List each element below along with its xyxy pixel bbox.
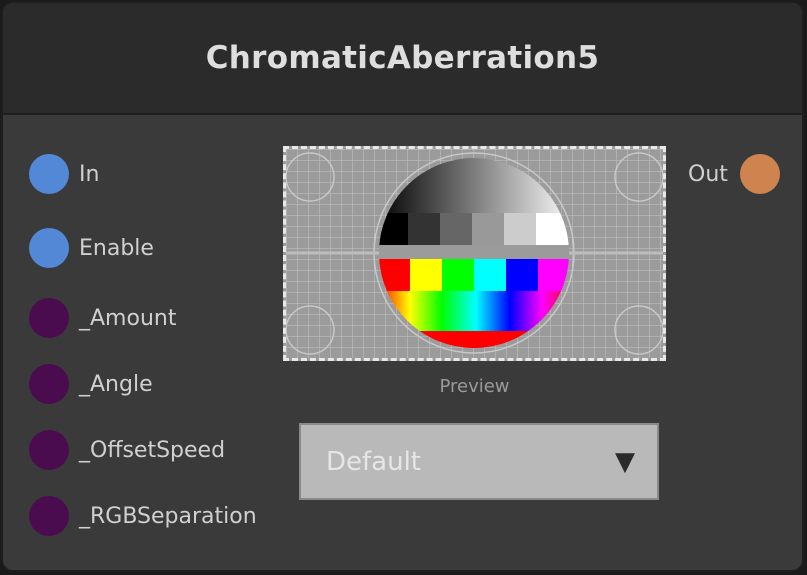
port-in-label: In: [79, 161, 100, 187]
port-offset-speed-label: _OffsetSpeed: [79, 437, 226, 463]
port-out-label: Out: [688, 161, 728, 187]
port-in-connector[interactable]: [29, 154, 69, 194]
chevron-down-icon: ▼: [615, 446, 635, 477]
preview-image: [283, 146, 666, 361]
mode-select-value: Default: [326, 446, 421, 477]
port-offset-speed-connector[interactable]: [29, 430, 69, 470]
port-enable-connector[interactable]: [29, 228, 69, 268]
port-rgb-separation[interactable]: _RGBSeparation: [29, 496, 257, 536]
port-angle-connector[interactable]: [29, 364, 69, 404]
port-offset-speed[interactable]: _OffsetSpeed: [29, 430, 225, 470]
port-in[interactable]: In: [29, 154, 99, 194]
port-rgb-separation-connector[interactable]: [29, 496, 69, 536]
port-out-connector[interactable]: [739, 154, 780, 194]
port-out[interactable]: Out: [688, 154, 780, 194]
shader-node[interactable]: ChromaticAberration5 In Enable _Amount _…: [1, 1, 804, 572]
port-amount-connector[interactable]: [29, 298, 69, 338]
node-header[interactable]: ChromaticAberration5: [3, 3, 802, 115]
port-amount-label: _Amount: [79, 305, 177, 331]
test-pattern-icon: [286, 149, 663, 358]
node-title: ChromaticAberration5: [205, 40, 600, 76]
port-angle[interactable]: _Angle: [29, 364, 153, 404]
port-rgb-separation-label: _RGBSeparation: [79, 503, 257, 529]
port-angle-label: _Angle: [79, 371, 153, 397]
preview-caption: Preview: [439, 376, 510, 397]
port-enable-label: Enable: [79, 235, 154, 261]
port-amount[interactable]: _Amount: [29, 298, 176, 338]
port-enable[interactable]: Enable: [29, 228, 154, 268]
mode-select[interactable]: Default ▼: [299, 423, 659, 500]
